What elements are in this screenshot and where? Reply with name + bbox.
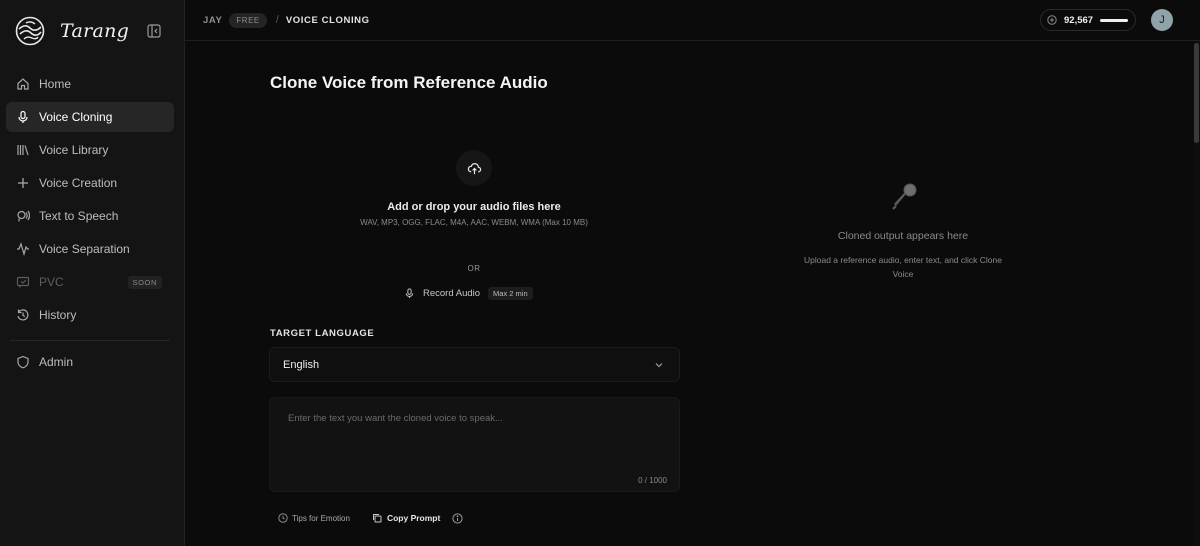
copy-prompt-label: Copy Prompt — [386, 513, 441, 523]
record-audio-label: Record Audio — [423, 287, 481, 299]
max-duration-badge: Max 2 min — [488, 286, 533, 300]
sidebar-item-label: PVC — [39, 275, 64, 289]
plan-badge: FREE — [229, 12, 267, 28]
library-icon — [17, 145, 29, 156]
upload-button[interactable] — [456, 150, 492, 186]
sidebar-item-pvc: PVC SOON — [6, 267, 174, 297]
sidebar-item-admin[interactable]: Admin — [6, 347, 174, 377]
sidebar-item-voice-creation[interactable]: Voice Creation — [6, 168, 174, 198]
sidebar-item-label: Voice Cloning — [39, 110, 113, 124]
copy-icon — [372, 514, 382, 523]
breadcrumb-user[interactable]: JAY — [203, 15, 222, 26]
sidebar-item-text-to-speech[interactable]: Text to Speech — [6, 201, 174, 231]
home-icon — [17, 78, 29, 90]
mic-icon — [18, 110, 28, 123]
scrollbar[interactable] — [1193, 41, 1200, 546]
brand-name: Tarang — [60, 20, 130, 42]
avatar[interactable]: J — [1151, 9, 1173, 31]
tips-label: Tips for Emotion — [292, 513, 350, 523]
chevron-down-icon — [655, 363, 663, 368]
sidebar: Tarang Home Voice Cloning Voice Library … — [0, 0, 185, 546]
target-language-select[interactable]: English — [269, 347, 680, 382]
shield-icon — [17, 355, 29, 369]
credits-bar-fill — [1100, 18, 1129, 22]
page-title: Clone Voice from Reference Audio — [270, 73, 548, 92]
sidebar-divider — [10, 340, 170, 341]
target-language-value: English — [283, 358, 320, 371]
or-divider: OR — [467, 264, 481, 273]
target-language-label: TARGET LANGUAGE — [270, 328, 375, 339]
sidebar-item-label: Voice Library — [39, 143, 109, 157]
scrollbar-thumb[interactable] — [1194, 43, 1199, 143]
soon-badge: SOON — [127, 275, 162, 289]
coin-icon — [1047, 15, 1057, 25]
upload-formats: WAV, MP3, OGG, FLAC, M4A, AAC, WEBM, WMA… — [360, 218, 588, 227]
sidebar-item-label: Voice Separation — [39, 242, 130, 256]
sidebar-collapse-icon[interactable] — [147, 24, 161, 38]
sidebar-item-label: History — [39, 308, 77, 322]
clock-icon — [278, 513, 288, 523]
tarang-logo-icon — [15, 16, 45, 46]
waveform-icon — [17, 242, 29, 256]
output-placeholder-title: Cloned output appears here — [837, 230, 969, 242]
sidebar-item-home[interactable]: Home — [6, 69, 174, 99]
breadcrumb-page: VOICE CLONING — [285, 14, 370, 26]
pvc-icon — [16, 276, 30, 288]
top-bar: JAY FREE / VOICE CLONING 92,567 J — [185, 0, 1200, 41]
upload-cloud-icon — [467, 162, 481, 174]
history-icon — [17, 309, 29, 321]
speech-text-input[interactable]: Enter the text you want the cloned voice… — [269, 397, 680, 492]
sidebar-item-label: Home — [39, 77, 72, 91]
mic-icon — [405, 287, 414, 298]
character-count: 0 / 1000 — [638, 476, 667, 485]
sidebar-item-voice-library[interactable]: Voice Library — [6, 135, 174, 165]
tips-for-emotion-button[interactable]: Tips for Emotion — [278, 513, 350, 523]
output-placeholder-description: Upload a reference audio, enter text, an… — [804, 255, 1002, 279]
credits-bar — [1100, 18, 1129, 22]
sidebar-item-label: Voice Creation — [39, 176, 118, 190]
speech-text-placeholder: Enter the text you want the cloned voice… — [288, 413, 503, 424]
speech-icon — [17, 210, 30, 222]
breadcrumb-separator: / — [275, 14, 279, 26]
info-icon[interactable] — [452, 512, 463, 524]
sidebar-item-voice-cloning[interactable]: Voice Cloning — [6, 102, 174, 132]
brand[interactable]: Tarang — [15, 15, 175, 47]
plus-icon — [18, 178, 28, 188]
microphone-icon — [892, 183, 917, 210]
copy-prompt-button[interactable]: Copy Prompt — [372, 513, 440, 523]
upload-title[interactable]: Add or drop your audio files here — [270, 201, 678, 213]
prompt-actions: Tips for Emotion Copy Prompt — [278, 511, 463, 525]
sidebar-item-history[interactable]: History — [6, 300, 174, 330]
credits-count: 92,567 — [1064, 14, 1094, 26]
sidebar-item-label: Text to Speech — [39, 209, 119, 223]
sidebar-item-label: Admin — [39, 355, 74, 369]
sidebar-nav: Home Voice Cloning Voice Library Voice C… — [6, 69, 174, 380]
sidebar-item-voice-separation[interactable]: Voice Separation — [6, 234, 174, 264]
credits-indicator[interactable]: 92,567 — [1040, 9, 1136, 31]
record-audio-button[interactable]: Record Audio Max 2 min — [404, 285, 533, 301]
